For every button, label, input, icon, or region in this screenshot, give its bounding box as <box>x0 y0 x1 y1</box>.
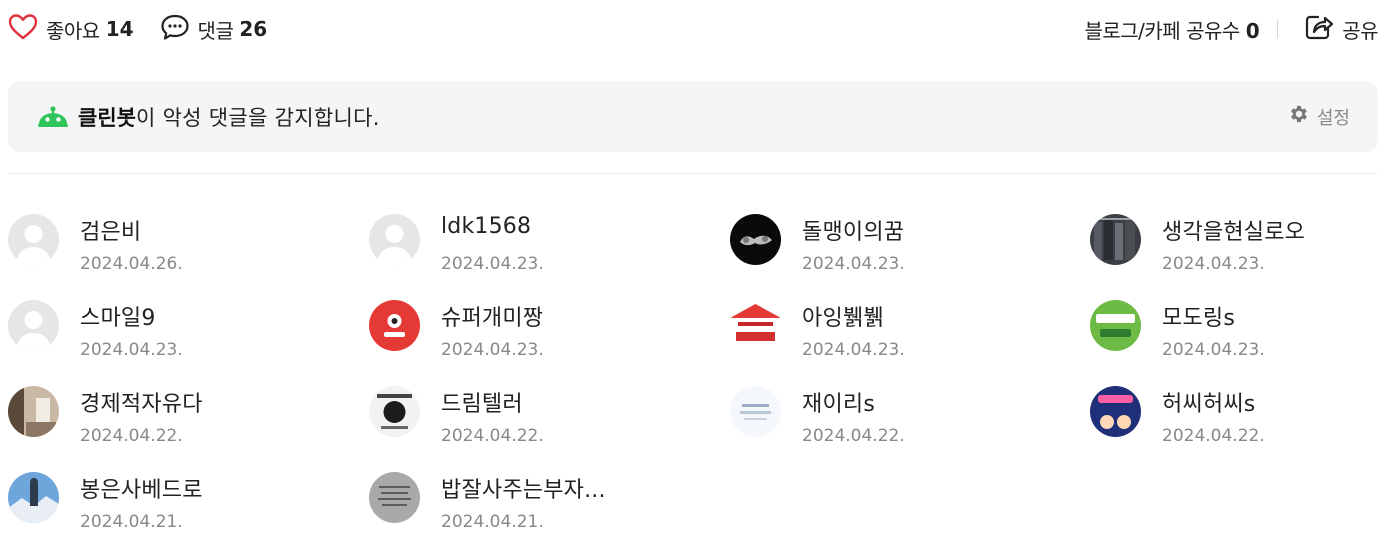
avatar[interactable] <box>369 300 420 351</box>
liker-item[interactable]: 검은비 2024.04.26. <box>8 212 348 282</box>
avatar[interactable] <box>1090 214 1141 265</box>
liker-name[interactable]: ldk1568 <box>441 214 531 239</box>
liker-name[interactable]: 아잉뷁뷁 <box>802 300 884 332</box>
liker-item[interactable]: 봉은사베드로 2024.04.21. <box>8 470 348 540</box>
share-count-label: 블로그/카페 공유수 <box>1084 18 1240 43</box>
liker-item[interactable]: 밥잘사주는부자... 2024.04.21. <box>369 470 709 540</box>
liker-date: 2024.04.21. <box>441 512 544 532</box>
cleanbot-robot-icon <box>36 100 70 134</box>
liker-date: 2024.04.23. <box>802 340 905 360</box>
liker-name[interactable]: 봉은사베드로 <box>80 472 203 504</box>
like-button[interactable]: 좋아요 14 <box>8 13 134 45</box>
liker-item[interactable]: 생각을현실로오 2024.04.23. <box>1090 212 1396 282</box>
liker-name[interactable]: 모도링s <box>1162 300 1235 332</box>
like-count: 14 <box>105 17 134 41</box>
liker-name[interactable]: 밥잘사주는부자... <box>441 472 606 504</box>
liker-date: 2024.04.23. <box>1162 254 1265 274</box>
avatar[interactable] <box>8 386 59 437</box>
cleanbot-text: 이 악성 댓글을 감지합니다. <box>135 105 380 130</box>
avatar[interactable] <box>8 214 59 265</box>
avatar[interactable] <box>730 300 781 351</box>
reaction-bar: 좋아요 14 댓글 26 블로그/카페 공유수 0 공유 <box>0 0 1396 58</box>
share-group: 블로그/카페 공유수 0 공유 <box>1084 12 1378 46</box>
settings-label: 설정 <box>1316 107 1350 129</box>
cleanbot-settings-button[interactable]: 설정 <box>1281 81 1350 152</box>
liker-item[interactable]: 모도링s 2024.04.23. <box>1090 298 1396 368</box>
avatar[interactable] <box>369 214 420 265</box>
liker-date: 2024.04.23. <box>441 340 544 360</box>
avatar[interactable] <box>8 472 59 523</box>
section-divider <box>8 173 1378 174</box>
share-button[interactable]: 공유 <box>1296 13 1378 46</box>
liker-date: 2024.04.22. <box>1162 426 1265 446</box>
liker-item[interactable]: 경제적자유다 2024.04.22. <box>8 384 348 454</box>
share-label: 공유 <box>1342 18 1378 43</box>
comment-bubble-icon <box>160 13 190 45</box>
liker-name[interactable]: 슈퍼개미짱 <box>441 300 543 332</box>
comment-count: 26 <box>239 17 268 41</box>
share-count: 블로그/카페 공유수 0 <box>1084 15 1259 44</box>
liker-name[interactable]: 생각을현실로오 <box>1162 214 1305 246</box>
liker-date: 2024.04.23. <box>441 254 544 274</box>
liker-date: 2024.04.23. <box>80 340 183 360</box>
cleanbot-notice: 클린봇 이 악성 댓글을 감지합니다. 설정 <box>8 81 1378 152</box>
liker-item[interactable]: 스마일9 2024.04.23. <box>8 298 348 368</box>
liker-item[interactable]: 돌맹이의꿈 2024.04.23. <box>730 212 1070 282</box>
avatar[interactable] <box>369 386 420 437</box>
liker-date: 2024.04.23. <box>802 254 905 274</box>
avatar[interactable] <box>369 472 420 523</box>
liker-date: 2024.04.22. <box>802 426 905 446</box>
avatar[interactable] <box>8 300 59 351</box>
liker-item[interactable]: 허씨허씨s 2024.04.22. <box>1090 384 1396 454</box>
avatar[interactable] <box>1090 386 1141 437</box>
heart-icon <box>8 13 38 45</box>
comment-button[interactable]: 댓글 26 <box>160 13 268 45</box>
divider <box>1277 20 1279 38</box>
liker-date: 2024.04.23. <box>1162 340 1265 360</box>
reaction-group: 좋아요 14 댓글 26 <box>8 12 267 46</box>
liker-name[interactable]: 스마일9 <box>80 300 156 332</box>
share-icon <box>1304 13 1334 46</box>
liker-item[interactable]: 재이리s 2024.04.22. <box>730 384 1070 454</box>
liker-name[interactable]: 재이리s <box>802 386 875 418</box>
liker-name[interactable]: 검은비 <box>80 214 141 246</box>
avatar[interactable] <box>1090 300 1141 351</box>
liker-item[interactable]: ldk1568 2024.04.23. <box>369 212 709 282</box>
cleanbot-name: 클린봇 <box>78 105 136 130</box>
liker-date: 2024.04.22. <box>441 426 544 446</box>
liker-name[interactable]: 경제적자유다 <box>80 386 203 418</box>
liker-date: 2024.04.22. <box>80 426 183 446</box>
gear-icon <box>1288 103 1310 130</box>
liker-item[interactable]: 아잉뷁뷁 2024.04.23. <box>730 298 1070 368</box>
avatar[interactable] <box>730 386 781 437</box>
comment-label: 댓글 <box>197 18 234 43</box>
share-count-value: 0 <box>1245 18 1260 43</box>
liker-item[interactable]: 슈퍼개미짱 2024.04.23. <box>369 298 709 368</box>
liker-date: 2024.04.26. <box>80 254 183 274</box>
liker-name[interactable]: 돌맹이의꿈 <box>802 214 904 246</box>
like-label: 좋아요 <box>46 18 100 43</box>
liker-date: 2024.04.21. <box>80 512 183 532</box>
liker-name[interactable]: 드림텔러 <box>441 386 523 418</box>
avatar[interactable] <box>730 214 781 265</box>
liker-item[interactable]: 드림텔러 2024.04.22. <box>369 384 709 454</box>
liker-name[interactable]: 허씨허씨s <box>1162 386 1255 418</box>
cleanbot-message: 클린봇 이 악성 댓글을 감지합니다. <box>36 81 380 152</box>
